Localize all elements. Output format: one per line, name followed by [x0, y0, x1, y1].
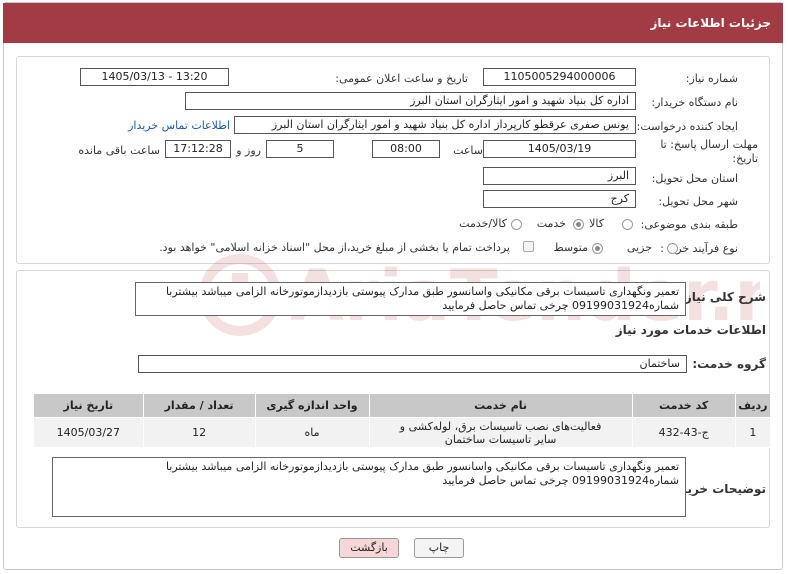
- payment-checkbox[interactable]: [523, 241, 534, 252]
- process-option-medium: متوسط: [553, 241, 588, 254]
- buyer-notes-textarea[interactable]: تعمیر ونگهداری تاسیسات برقی مکانیکی واسا…: [52, 457, 686, 517]
- need-desc-textarea[interactable]: تعمیر ونگهداری تاسیسات برقی مکانیکی واسا…: [135, 282, 686, 316]
- process-radio-minor[interactable]: [667, 243, 678, 254]
- table-header-row: ردیف کد خدمت نام خدمت واحد اندازه گیری ت…: [33, 393, 772, 418]
- category-option-goods: کالا: [589, 217, 604, 230]
- service-group-label: گروه خدمت:: [692, 357, 766, 371]
- category-option-goods-service: کالا/خدمت: [459, 217, 507, 230]
- cell-unit: ماه: [254, 417, 370, 448]
- category-radio-goods-service[interactable]: [511, 219, 522, 230]
- cell-service-code: ج-43-432: [631, 417, 736, 448]
- need-info-panel: [16, 56, 770, 264]
- col-row: ردیف: [734, 393, 772, 418]
- services-table: ردیف کد خدمت نام خدمت واحد اندازه گیری ت…: [33, 393, 772, 448]
- print-button[interactable]: چاپ: [414, 538, 464, 558]
- creator-label: ایجاد کننده درخواست:: [636, 120, 738, 133]
- days-field[interactable]: 5: [266, 140, 334, 158]
- table-row[interactable]: 1 ج-43-432 فعالیت‌های نصب تاسیسات برق، ل…: [33, 417, 772, 448]
- buyer-contact-link[interactable]: اطلاعات تماس خریدار: [128, 119, 230, 132]
- need-number-field[interactable]: 1105005294000006: [483, 68, 636, 86]
- page-title: جزئیات اطلاعات نیاز: [650, 16, 771, 30]
- buyer-org-label: نام دستگاه خریدار:: [651, 96, 738, 109]
- province-label: استان محل تحویل:: [651, 172, 738, 185]
- cell-service-name: فعالیت‌های نصب تاسیسات برق، لوله‌کشی و س…: [368, 417, 633, 448]
- deadline-label: مهلت ارسال پاسخ: تا تاریخ:: [660, 138, 758, 165]
- need-number-label: شماره نیاز:: [685, 72, 738, 85]
- process-radio-medium[interactable]: [592, 243, 603, 254]
- page-header: جزئیات اطلاعات نیاز: [3, 3, 783, 43]
- category-radio-service[interactable]: [573, 219, 584, 230]
- remaining-time-field[interactable]: 17:12:28: [165, 140, 231, 158]
- category-radio-goods[interactable]: [622, 219, 633, 230]
- deadline-time-label: ساعت: [453, 144, 483, 157]
- payment-note: پرداخت تمام یا بخشی از مبلغ خرید،از محل …: [159, 241, 510, 254]
- buyer-org-field[interactable]: اداره کل بنیاد شهید و امور ایثارگران است…: [185, 92, 636, 110]
- deadline-date-field[interactable]: 1405/03/19: [483, 140, 636, 158]
- creator-field[interactable]: یونس صفری عرقطو کارپرداز اداره کل بنیاد …: [234, 116, 636, 134]
- cell-quantity: 12: [142, 417, 256, 448]
- province-field[interactable]: البرز: [483, 167, 636, 185]
- announce-datetime-field[interactable]: 1405/03/13 - 13:20: [80, 68, 229, 86]
- announce-label: تاریخ و ساعت اعلان عمومی:: [335, 72, 468, 85]
- service-group-field[interactable]: ساختمان: [138, 355, 687, 373]
- col-service-name: نام خدمت: [368, 393, 633, 418]
- city-field[interactable]: کرج: [483, 190, 636, 208]
- services-section-title: اطلاعات خدمات مورد نیاز: [615, 323, 766, 337]
- back-button[interactable]: بازگشت: [339, 538, 399, 558]
- days-label: روز و: [236, 144, 261, 157]
- cell-need-date: 1405/03/27: [33, 417, 144, 448]
- deadline-time-field[interactable]: 08:00: [372, 140, 440, 158]
- col-service-code: کد خدمت: [631, 393, 736, 418]
- category-option-service: خدمت: [536, 217, 566, 230]
- remaining-label: ساعت باقی مانده: [78, 144, 160, 157]
- need-desc-label: شرح کلی نیاز:: [680, 290, 766, 304]
- col-unit: واحد اندازه گیری: [254, 393, 370, 418]
- city-label: شهر محل تحویل:: [658, 195, 738, 208]
- process-option-minor: جزیی: [626, 241, 652, 254]
- col-need-date: تاریخ نیاز: [33, 393, 144, 418]
- col-quantity: تعداد / مقدار: [142, 393, 256, 418]
- category-label: طبقه بندی موضوعی:: [640, 218, 738, 231]
- cell-row: 1: [734, 417, 772, 448]
